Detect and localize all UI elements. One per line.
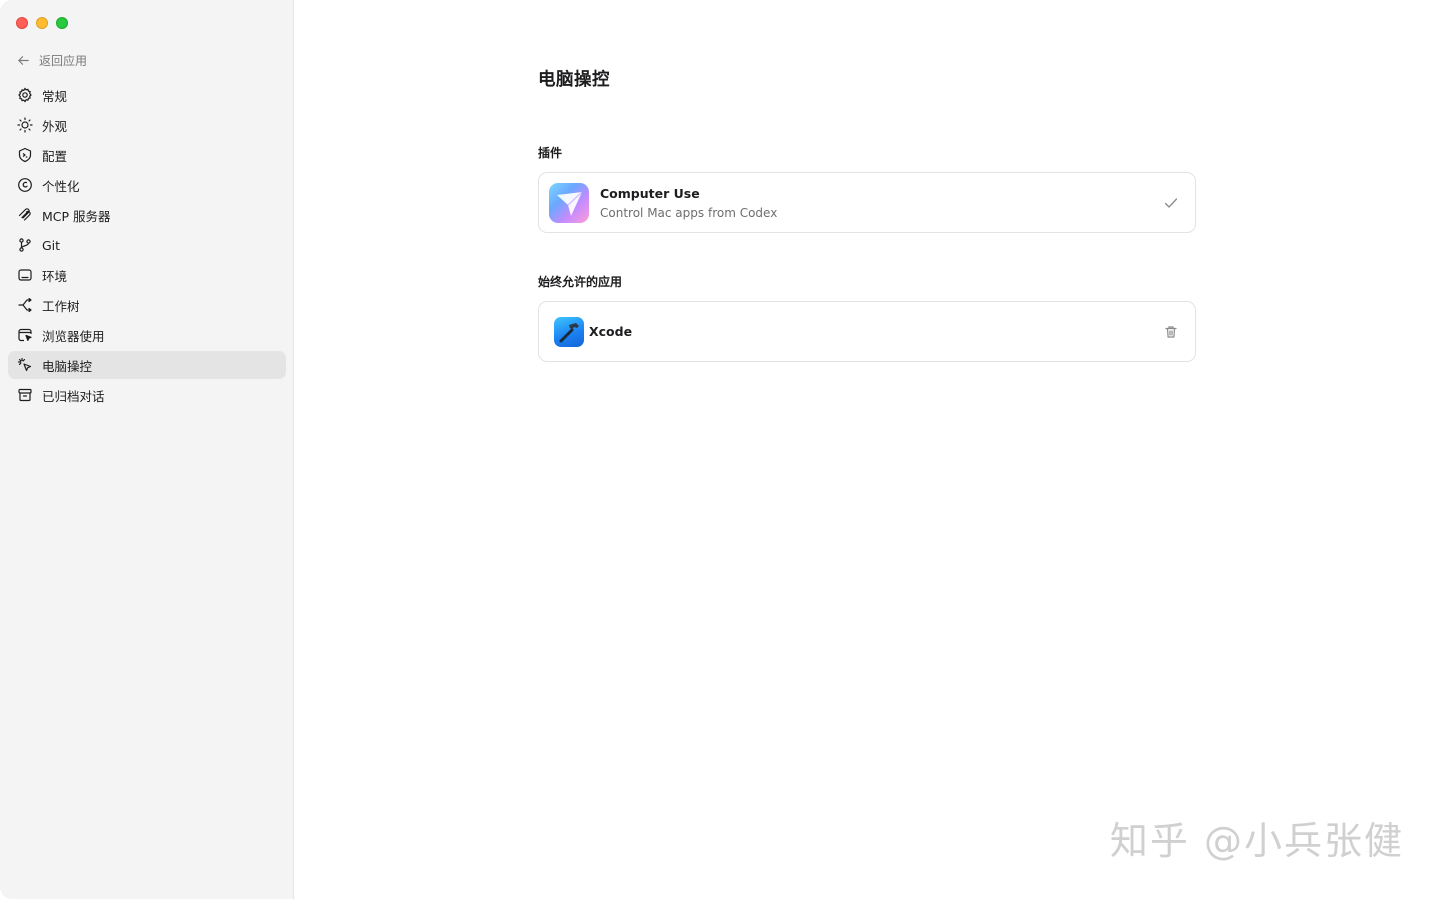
sidebar-item-worktree[interactable]: 工作树 (8, 291, 286, 319)
browser-cursor-icon (18, 328, 32, 342)
sidebar-item-computer-control[interactable]: 电脑操控 (8, 351, 286, 379)
worktree-icon (18, 297, 32, 313)
hammer-glyph-icon (559, 322, 579, 342)
sidebar: 返回应用 常规 外观 配置 个性化 MCP 服务器 Git 环境 工作树 浏览器… (0, 0, 294, 899)
sidebar-item-appearance[interactable]: 外观 (8, 111, 286, 139)
trash-icon[interactable] (1163, 324, 1179, 340)
sun-icon (17, 117, 33, 133)
computer-use-app-icon (549, 182, 589, 223)
sidebar-item-config[interactable]: 配置 (8, 141, 286, 169)
page-title: 电脑操控 (538, 70, 610, 90)
settings-nav: 常规 外观 配置 个性化 MCP 服务器 Git 环境 工作树 浏览器使用 电脑… (8, 81, 286, 411)
sidebar-item-browser-use[interactable]: 浏览器使用 (8, 321, 286, 349)
paper-plane-glyph-icon (557, 191, 583, 216)
xcode-app-icon (554, 316, 584, 347)
settings-window: 返回应用 常规 外观 配置 个性化 MCP 服务器 Git 环境 工作树 浏览器… (0, 0, 1440, 899)
main-panel: 电脑操控 插件 Computer Use Control Mac apps fr… (295, 0, 1440, 899)
close-window-button[interactable] (16, 17, 28, 29)
plugin-card-computer-use[interactable]: Computer Use Control Mac apps from Codex (538, 172, 1196, 233)
minimize-window-button[interactable] (36, 17, 48, 29)
sidebar-item-general[interactable]: 常规 (8, 81, 286, 109)
sidebar-item-label: MCP 服务器 (42, 208, 111, 224)
sidebar-item-label: 环境 (42, 268, 68, 284)
allowed-app-xcode: Xcode (538, 301, 1196, 362)
git-branch-icon (19, 238, 31, 252)
plugins-section-title: 插件 (538, 146, 563, 160)
pointer-click-icon (17, 357, 32, 372)
check-icon (1164, 197, 1178, 208)
monitor-icon (18, 269, 32, 281)
mcp-icon (18, 208, 31, 221)
personalize-icon (18, 178, 32, 192)
allowed-apps-section-title: 始终允许的应用 (538, 275, 623, 289)
sidebar-item-label: 已归档对话 (42, 388, 105, 404)
plugin-subtitle: Control Mac apps from Codex (600, 205, 778, 220)
sidebar-item-environment[interactable]: 环境 (8, 261, 286, 289)
plugin-text: Computer Use Control Mac apps from Codex (600, 186, 777, 220)
sidebar-item-personalization[interactable]: 个性化 (8, 171, 286, 199)
sidebar-item-label: 工作树 (42, 298, 80, 314)
shield-icon (18, 147, 32, 163)
window-controls (16, 17, 68, 29)
back-to-app-button[interactable]: 返回应用 (16, 50, 87, 70)
sidebar-item-label: 外观 (42, 118, 68, 134)
sidebar-item-label: 浏览器使用 (42, 328, 105, 344)
back-label: 返回应用 (39, 53, 88, 68)
sidebar-item-label: 个性化 (42, 178, 80, 194)
watermark: 知乎 @小兵张健 (1109, 819, 1404, 863)
plugin-title: Computer Use (600, 185, 700, 201)
arrow-left-icon (18, 55, 29, 65)
sidebar-item-label: 常规 (42, 88, 68, 104)
sidebar-item-mcp[interactable]: MCP 服务器 (8, 201, 286, 229)
sidebar-item-label: 配置 (42, 148, 68, 164)
allowed-app-title: Xcode (589, 324, 633, 339)
sidebar-item-archived[interactable]: 已归档对话 (8, 381, 286, 409)
settings-content: 电脑操控 插件 Computer Use Control Mac apps fr… (538, 66, 1196, 362)
sidebar-item-git[interactable]: Git (8, 231, 286, 259)
gear-icon (18, 87, 32, 103)
sidebar-item-label: Git (42, 237, 61, 253)
archive-icon (18, 388, 32, 402)
sidebar-item-label: 电脑操控 (42, 358, 93, 374)
zoom-window-button[interactable] (56, 17, 68, 29)
